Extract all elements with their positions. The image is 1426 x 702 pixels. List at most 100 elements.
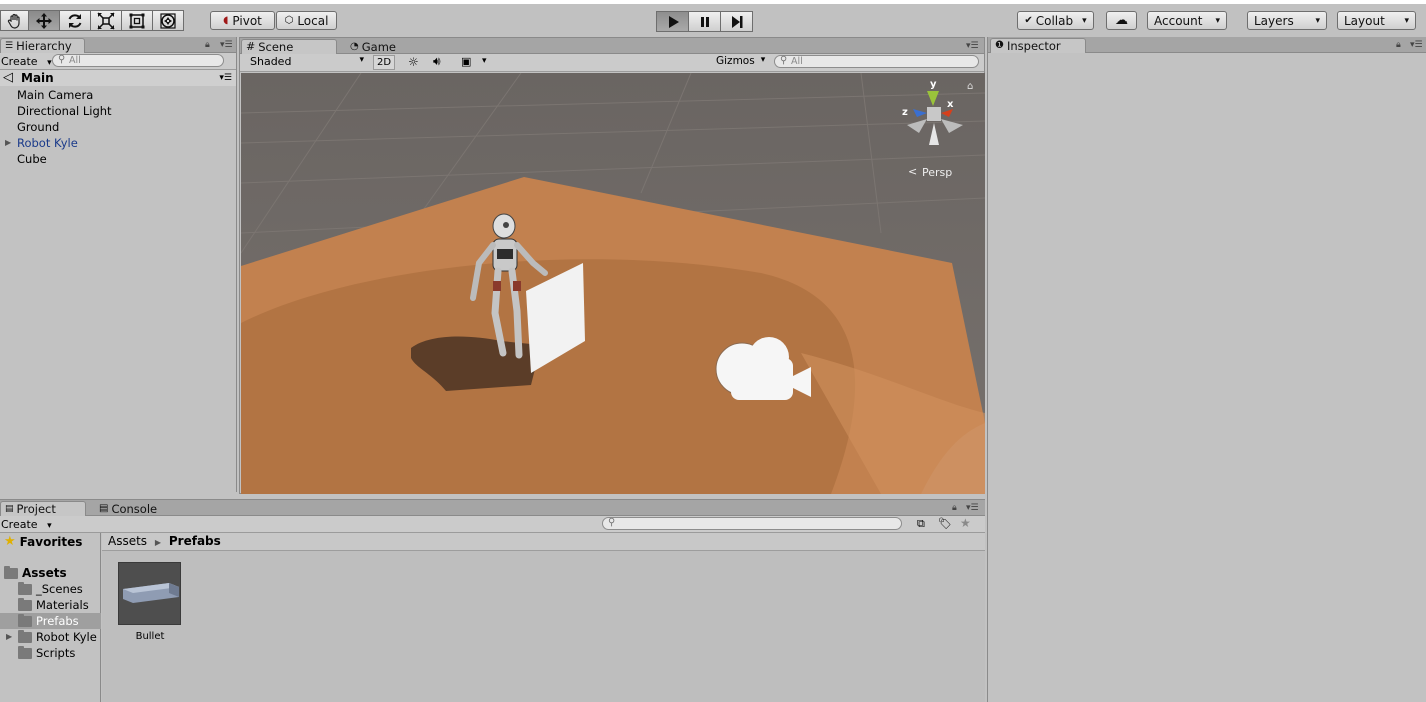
bullet-preview [123, 583, 179, 603]
asset-bullet[interactable]: Bullet [118, 562, 182, 642]
star-icon: ★ [4, 534, 16, 549]
check-icon: ✔ [1024, 15, 1033, 26]
local-toggle-button[interactable]: ⬡ Local [276, 11, 337, 30]
assets-row[interactable]: Assets [4, 565, 67, 581]
tab-console-label: Console [111, 501, 158, 516]
tab-inspector[interactable]: ❶ Inspector [990, 38, 1086, 53]
scene-viewport[interactable]: y x z ⌂ < Persp [241, 73, 985, 494]
move-tool-button[interactable] [28, 10, 60, 31]
breadcrumb-current[interactable]: Prefabs [169, 534, 221, 548]
hierarchy-search-input[interactable]: All [52, 54, 224, 67]
pivot-toggle-button[interactable]: ◖ Pivot [210, 11, 275, 30]
rect-icon [129, 13, 145, 28]
hierarchy-item[interactable]: Main Camera [17, 87, 93, 103]
scene-panel-menu-icon[interactable]: ▾☰ [966, 41, 979, 51]
tab-hierarchy-label: Hierarchy [16, 39, 72, 53]
gizmos-dropdown[interactable]: Gizmos [716, 55, 765, 67]
hierarchy-item-label: Main Camera [17, 88, 94, 102]
rect-tool-button[interactable] [121, 10, 153, 31]
tab-hierarchy[interactable]: ☰ Hierarchy [0, 38, 85, 53]
hierarchy-item[interactable]: Cube [17, 151, 47, 167]
hierarchy-search-placeholder: All [69, 55, 81, 66]
folder-icon [18, 613, 32, 627]
tab-scene[interactable]: # Scene [241, 39, 337, 54]
scene-subbar: Shaded 2D ☼ 🔊︎ ▣ ▾ Gizmos All [240, 54, 984, 72]
layers-dropdown[interactable]: Layers [1247, 11, 1327, 30]
hierarchy-item[interactable]: ▶ Robot Kyle [5, 135, 78, 151]
projection-chevron-icon: < [908, 165, 917, 178]
expand-arrow-icon[interactable]: ▶ [6, 629, 12, 645]
tab-game[interactable]: ◔ Game [346, 39, 416, 54]
unity-scene-icon: ◁ [3, 70, 13, 85]
favorites-row[interactable]: ★ Favorites [4, 534, 82, 550]
panel-menu-icon[interactable]: ▾☰ [220, 40, 233, 50]
scene-render: y x z ⌂ < Persp [241, 73, 985, 494]
scene-search-input[interactable]: All [774, 55, 979, 68]
step-button[interactable] [720, 11, 753, 32]
project-search-input[interactable] [602, 517, 902, 530]
gizmo-x-label: x [947, 99, 954, 110]
account-dropdown[interactable]: Account [1147, 11, 1227, 30]
project-subbar: Create ⧉ 🏷︎ ★ [0, 516, 985, 533]
tab-console[interactable]: ▤ Console [95, 501, 171, 516]
favorites-label: Favorites [19, 535, 83, 549]
pivot-label: Pivot [232, 13, 262, 28]
transform-icon [160, 12, 176, 29]
transform-tool-button[interactable] [152, 10, 184, 31]
hierarchy-create-label: Create [1, 55, 38, 68]
audio-toggle-icon[interactable]: 🔊︎ [433, 54, 441, 69]
hierarchy-panel: ☰ Hierarchy 🔒︎ ▾☰ Create All ◁ Main ▾☰ M… [0, 37, 237, 492]
scene-root-row[interactable]: ◁ Main ▾☰ [0, 70, 236, 86]
tab-project-label: Project [16, 502, 56, 516]
tab-game-label: Game [361, 39, 396, 54]
rotate-tool-button[interactable] [59, 10, 91, 31]
inspector-menu-icon[interactable]: ▾☰ [1410, 40, 1423, 50]
inspector-lock-icon[interactable]: 🔒︎ [1396, 40, 1401, 50]
projection-label[interactable]: Persp [922, 166, 952, 179]
hand-tool-button[interactable] [0, 10, 29, 31]
hierarchy-item[interactable]: Ground [17, 119, 59, 135]
scene-menu-icon[interactable]: ▾☰ [219, 70, 232, 86]
step-icon [731, 15, 742, 28]
cube-icon: ⬡ [284, 15, 294, 26]
breadcrumb-root[interactable]: Assets [108, 534, 147, 548]
tab-scene-label: Scene [258, 40, 294, 54]
project-folder-item[interactable]: Materials [0, 597, 101, 613]
layout-dropdown[interactable]: Layout [1337, 11, 1416, 30]
pause-button[interactable] [688, 11, 721, 32]
search-by-type-icon[interactable]: ⧉ [917, 517, 925, 531]
expand-arrow-icon[interactable]: ▶ [5, 135, 11, 151]
effects-dropdown-icon[interactable]: ▾ [482, 56, 487, 66]
project-create-button[interactable]: Create [1, 518, 52, 531]
lock-icon[interactable]: 🔒︎ [205, 40, 210, 50]
hierarchy-create-button[interactable]: Create [1, 55, 52, 68]
tab-project[interactable]: ▤ Project [0, 501, 86, 516]
shading-mode-dropdown[interactable]: Shaded [250, 55, 364, 68]
project-menu-icon[interactable]: ▾☰ [966, 503, 979, 513]
project-folder-item[interactable]: ▶ Robot Kyle [0, 629, 101, 645]
folder-icon [18, 629, 32, 643]
search-by-label-icon[interactable]: 🏷︎ [938, 517, 952, 530]
gizmo-lock-icon[interactable]: ⌂ [967, 81, 973, 92]
effects-toggle-icon[interactable]: ▣ [461, 55, 471, 68]
project-lock-icon[interactable]: 🔒︎ [952, 503, 957, 513]
lighting-toggle-icon[interactable]: ☼ [408, 55, 419, 69]
rotate-icon [68, 13, 82, 28]
project-folder-item[interactable]: Scripts [0, 645, 101, 661]
project-asset-area: Assets ▶ Prefabs Bullet [102, 533, 985, 702]
bullet-prefab-thumbnail [118, 562, 181, 625]
mode-2d-toggle[interactable]: 2D [373, 55, 395, 70]
hierarchy-item[interactable]: Directional Light [17, 103, 112, 119]
favorite-star-icon[interactable]: ★ [960, 516, 971, 530]
local-label: Local [297, 13, 329, 28]
console-icon: ▤ [99, 502, 109, 514]
project-folder-item[interactable]: Prefabs [0, 613, 101, 629]
hierarchy-item-label: Cube [17, 152, 47, 166]
play-button[interactable] [656, 11, 689, 32]
project-folder-item[interactable]: _Scenes [0, 581, 101, 597]
hand-icon [7, 13, 20, 29]
scale-tool-button[interactable] [90, 10, 122, 31]
account-label: Account [1154, 13, 1203, 28]
collab-dropdown[interactable]: ✔ Collab [1017, 11, 1094, 30]
cloud-button[interactable]: ☁ [1106, 11, 1137, 30]
